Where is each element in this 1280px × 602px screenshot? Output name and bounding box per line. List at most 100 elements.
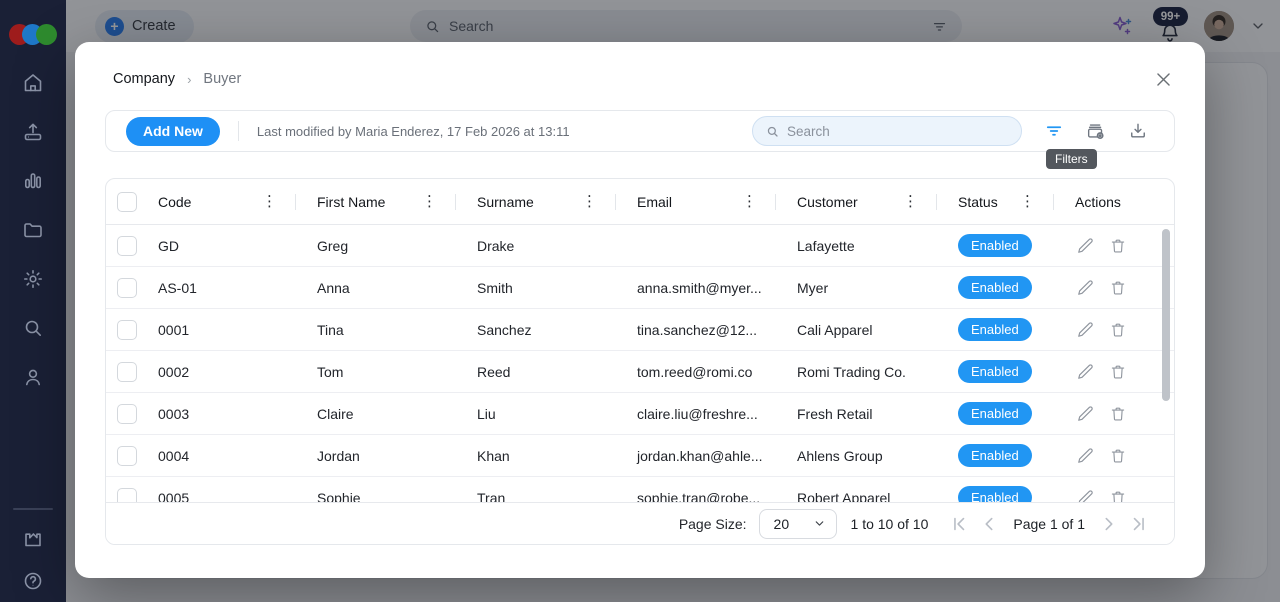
column-menu-icon[interactable]: ⋮ [900, 192, 921, 211]
delete-icon[interactable] [1108, 362, 1128, 382]
column-label: Code [158, 193, 192, 210]
upload-icon[interactable] [20, 119, 46, 145]
column-menu-icon[interactable]: ⋮ [1017, 192, 1038, 211]
folder-icon[interactable] [20, 217, 46, 243]
row-checkbox[interactable] [116, 319, 137, 340]
cell-first-name: Greg [317, 237, 349, 254]
table-row: 0003 Claire Liu claire.liu@freshre... Fr… [106, 393, 1174, 435]
edit-icon[interactable] [1075, 236, 1095, 256]
row-checkbox[interactable] [116, 487, 137, 502]
column-menu-icon[interactable]: ⋮ [739, 192, 760, 211]
cell-code: 0003 [158, 405, 190, 422]
edit-icon[interactable] [1075, 446, 1095, 466]
cell-code: 0004 [158, 447, 190, 464]
bar-chart-icon[interactable] [20, 168, 46, 194]
cell-surname: Tran [477, 489, 506, 503]
table-search[interactable] [752, 116, 1022, 146]
row-checkbox[interactable] [116, 277, 137, 298]
cell-email: claire.liu@freshre... [637, 405, 758, 422]
cell-status: Enabled [937, 485, 1054, 502]
cell-actions [1054, 236, 1174, 256]
cell-first-name: Tom [317, 363, 344, 380]
cell-customer: Myer [797, 279, 829, 296]
page-size-select[interactable]: 20 [758, 508, 837, 539]
cell-email: jordan.khan@ahle... [637, 447, 763, 464]
cell-first-name: Claire [317, 405, 354, 422]
settings-icon[interactable] [20, 266, 46, 292]
edit-icon[interactable] [1075, 362, 1095, 382]
screen: + Create 99+ [0, 0, 1280, 602]
previous-page-button[interactable] [979, 514, 999, 534]
breadcrumb-chevron-icon: › [187, 71, 192, 87]
toolbar-right: Filters [752, 116, 1174, 169]
status-badge: Enabled [958, 275, 1032, 300]
row-checkbox-cell [106, 267, 147, 308]
edit-icon[interactable] [1075, 278, 1095, 298]
edit-icon[interactable] [1075, 320, 1095, 340]
add-new-button[interactable]: Add New [126, 116, 220, 146]
cell-customer: Romi Trading Co. [797, 363, 906, 380]
cell-surname: Sanchez [477, 321, 532, 338]
download-icon[interactable] [1126, 119, 1150, 143]
home-icon[interactable] [20, 70, 46, 96]
cell-first-name: Anna [317, 279, 350, 296]
table-search-input[interactable] [787, 123, 1009, 139]
sidebar [0, 0, 66, 602]
cell-first-name: Jordan [317, 447, 360, 464]
delete-icon[interactable] [1108, 446, 1128, 466]
row-checkbox[interactable] [116, 361, 137, 382]
row-checkbox[interactable] [116, 445, 137, 466]
filter-icon[interactable]: Filters [1042, 119, 1097, 169]
close-icon[interactable] [1151, 67, 1175, 91]
cell-code: 0002 [158, 363, 190, 380]
cell-email: tina.sanchez@12... [637, 321, 758, 338]
delete-icon[interactable] [1108, 278, 1128, 298]
last-page-button[interactable] [1129, 514, 1149, 534]
table-scrollbar[interactable] [1162, 229, 1170, 401]
column-header-actions: Actions [1054, 179, 1174, 224]
first-page-button[interactable] [949, 514, 969, 534]
breadcrumb-company[interactable]: Company [113, 71, 175, 87]
cell-email: tom.reed@romi.co [637, 363, 753, 380]
cell-first-name: Sophie [317, 489, 361, 503]
column-label: Actions [1075, 193, 1121, 210]
row-checkbox-cell [106, 351, 147, 392]
filters-tooltip: Filters [1046, 149, 1097, 169]
column-menu-icon[interactable]: ⋮ [579, 192, 600, 211]
help-icon[interactable] [20, 568, 46, 594]
status-badge: Enabled [958, 359, 1032, 384]
archive-icon[interactable] [1084, 119, 1108, 143]
delete-icon[interactable] [1108, 488, 1128, 502]
edit-icon[interactable] [1075, 488, 1095, 502]
cell-code: 0005 [158, 489, 190, 503]
select-all-checkbox[interactable] [116, 191, 137, 212]
buyer-table: Code ⋮ First Name ⋮ Surname ⋮ Email ⋮ Cu… [105, 178, 1175, 545]
cell-code: AS-01 [158, 279, 197, 296]
column-menu-icon[interactable]: ⋮ [419, 192, 440, 211]
delete-icon[interactable] [1108, 236, 1128, 256]
buyer-modal: Company › Buyer Add New Last modified by… [75, 42, 1205, 578]
cell-status: Enabled [937, 443, 1054, 468]
delete-icon[interactable] [1108, 320, 1128, 340]
delete-icon[interactable] [1108, 404, 1128, 424]
cell-actions [1054, 404, 1174, 424]
edit-icon[interactable] [1075, 404, 1095, 424]
page-size-label: Page Size: [678, 515, 747, 532]
cell-email: sophie.tran@robe... [637, 489, 761, 503]
chevron-down-icon [815, 521, 823, 526]
row-checkbox[interactable] [116, 235, 137, 256]
column-label: First Name [317, 193, 386, 210]
page-indicator: Page 1 of 1 [1013, 515, 1085, 532]
table-row: GD Greg Drake Lafayette Enabled [106, 225, 1174, 267]
search-icon[interactable] [20, 315, 46, 341]
column-menu-icon[interactable]: ⋮ [259, 192, 280, 211]
next-page-button[interactable] [1099, 514, 1119, 534]
factory-icon[interactable] [20, 526, 46, 552]
cell-surname: Drake [477, 237, 515, 254]
search-icon [767, 126, 778, 137]
user-icon[interactable] [20, 364, 46, 390]
column-label: Customer [797, 193, 858, 210]
row-checkbox[interactable] [116, 403, 137, 424]
app-logo[interactable] [9, 22, 57, 48]
cell-surname: Reed [477, 363, 511, 380]
